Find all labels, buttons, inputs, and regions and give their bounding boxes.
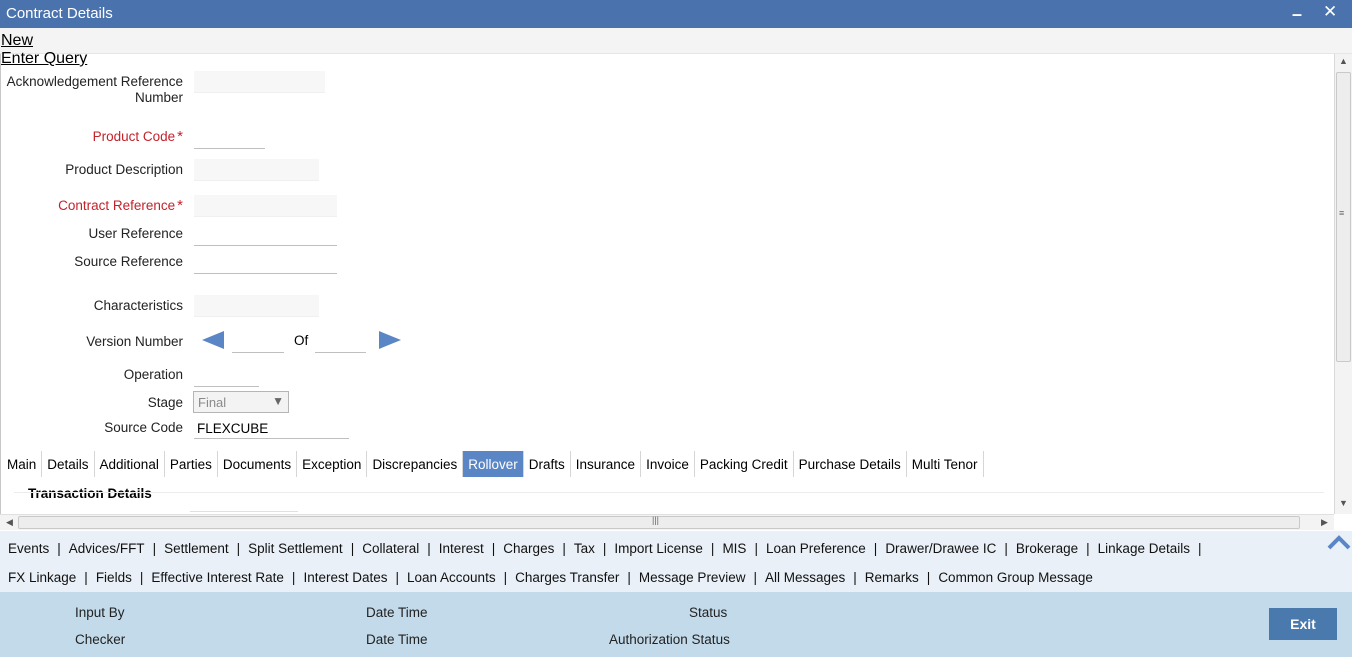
operation-input[interactable] [194,365,259,387]
scroll-right-icon[interactable]: ▶ [1321,517,1328,528]
subscreen-link-brokerage[interactable]: Brokerage [1008,541,1086,556]
close-icon[interactable]: ✕ [1323,2,1337,22]
ack-ref-label-line2: Number [134,90,183,105]
window-title: Contract Details [6,5,113,22]
source-reference-input[interactable] [194,252,337,274]
user-reference-label: User Reference [88,226,183,241]
characteristics-label: Characteristics [93,298,183,313]
chevron-down-icon: ▼ [272,394,284,408]
new-link[interactable]: New [1,32,33,50]
subscreen-link-drawer-drawee-ic[interactable]: Drawer/Drawee IC [877,541,1004,556]
tab-main[interactable]: Main [2,451,43,477]
date-time-label: Date Time [366,605,428,620]
version-total-input [315,331,366,353]
subscreen-link-interest[interactable]: Interest [431,541,492,556]
product-code-input[interactable] [194,127,265,149]
subscreen-link-common-group-message[interactable]: Common Group Message [930,570,1101,585]
contract-reference-field[interactable] [194,195,337,217]
subscreen-link-mis[interactable]: MIS [714,541,754,556]
ack-ref-label: Acknowledgement Reference [6,74,183,89]
stage-select[interactable]: Final ▼ [193,391,289,413]
tab-packing-credit[interactable]: Packing Credit [695,451,794,477]
tab-additional[interactable]: Additional [95,451,165,477]
subscreen-links-row-1: Events | Advices/FFT | Settlement | Split Sett… [0,541,1202,556]
subscreen-link-all-messages[interactable]: All Messages [757,570,853,585]
product-description-label: Product Description [65,162,183,177]
grip-icon: ||| [652,515,660,525]
tab-parties[interactable]: Parties [165,451,218,477]
source-code-input[interactable]: FLEXCUBE [194,417,349,439]
input-by-label: Input By [75,605,125,620]
tab-details[interactable]: Details [42,451,95,477]
subscreen-link-collateral[interactable]: Collateral [354,541,427,556]
authorization-status-label: Authorization Status [609,632,730,647]
subscreen-link-import-license[interactable]: Import License [606,541,711,556]
characteristics-field [194,295,319,317]
user-reference-input[interactable] [194,224,337,246]
subscreen-link-split-settlement[interactable]: Split Settlement [240,541,351,556]
subscreen-link-charges-transfer[interactable]: Charges Transfer [507,570,627,585]
subscreen-link-message-preview[interactable]: Message Preview [631,570,754,585]
tab-documents[interactable]: Documents [218,451,298,477]
checker-date-time-label: Date Time [366,632,428,647]
product-description-field [194,159,319,181]
link-separator: | [1197,541,1202,556]
tab-rollover[interactable]: Rollover [463,451,524,477]
horizontal-scrollbar[interactable]: ◀ ||| ▶ [0,514,1334,530]
tab-purchase-details[interactable]: Purchase Details [794,451,907,477]
subscreen-link-loan-accounts[interactable]: Loan Accounts [399,570,504,585]
subscreen-link-interest-dates[interactable]: Interest Dates [295,570,395,585]
tab-exception[interactable]: Exception [297,451,368,477]
subscreen-link-advices-fft[interactable]: Advices/FFT [61,541,153,556]
grip-icon: ≡ [1339,208,1345,218]
status-label: Status [689,605,728,620]
next-version-arrow-icon[interactable] [379,331,401,349]
tab-multi-tenor[interactable]: Multi Tenor [907,451,984,477]
source-code-label: Source Code [104,420,183,435]
subscreen-link-tax[interactable]: Tax [566,541,603,556]
scroll-up-icon[interactable]: ▲ [1339,56,1348,66]
audit-footer: Input By Checker Date Time Date Time Sta… [0,592,1352,657]
section-divider [14,492,1324,493]
section-title: Transaction Details [28,486,152,501]
subscreen-link-charges[interactable]: Charges [495,541,562,556]
subscreen-link-events[interactable]: Events [0,541,57,556]
stage-label: Stage [147,395,183,410]
tab-invoice[interactable]: Invoice [641,451,695,477]
version-number-label: Version Number [86,334,183,349]
contract-reference-label: Contract Reference * [58,197,183,214]
scroll-down-icon[interactable]: ▼ [1339,498,1348,508]
tab-discrepancies[interactable]: Discrepancies [367,451,464,477]
title-bar: Contract Details – ✕ [0,0,1352,28]
subscreen-links-row-2: FX Linkage | Fields | Effective Interest Rat… [0,570,1101,585]
subscreen-link-remarks[interactable]: Remarks [857,570,927,585]
checker-label: Checker [75,632,126,647]
tab-insurance[interactable]: Insurance [571,451,642,477]
subscreen-link-settlement[interactable]: Settlement [156,541,237,556]
tab-bar: Main Details Additional Parties Document… [2,451,984,477]
subscreen-link-fields[interactable]: Fields [88,570,140,585]
toolbar [0,28,1352,54]
scroll-left-icon[interactable]: ◀ [6,517,13,528]
subscreen-links: Events | Advices/FFT | Settlement | Split Sett… [0,531,1352,592]
subscreen-link-fx-linkage[interactable]: FX Linkage [0,570,84,585]
source-reference-label: Source Reference [74,254,183,269]
vertical-scrollbar[interactable]: ▲ ≡ ▼ [1334,54,1352,514]
subscreen-link-effective-interest-rate[interactable]: Effective Interest Rate [143,570,292,585]
ack-ref-field[interactable] [194,71,325,93]
of-label: Of [294,333,309,348]
subscreen-link-linkage-details[interactable]: Linkage Details [1090,541,1198,556]
stage-select-value: Final [198,395,227,410]
collapse-chevron-up-icon[interactable] [1326,531,1352,555]
partial-field-line [190,511,298,512]
exit-button[interactable]: Exit [1269,608,1337,640]
tab-drafts[interactable]: Drafts [524,451,571,477]
previous-version-arrow-icon[interactable] [202,331,224,349]
operation-label: Operation [123,367,183,382]
minimize-icon[interactable]: – [1292,4,1302,25]
version-number-input[interactable] [232,331,284,353]
contract-form: Acknowledgement Reference Number Product… [0,54,1334,514]
product-code-label: Product Code * [92,128,183,145]
subscreen-link-loan-preference[interactable]: Loan Preference [758,541,874,556]
